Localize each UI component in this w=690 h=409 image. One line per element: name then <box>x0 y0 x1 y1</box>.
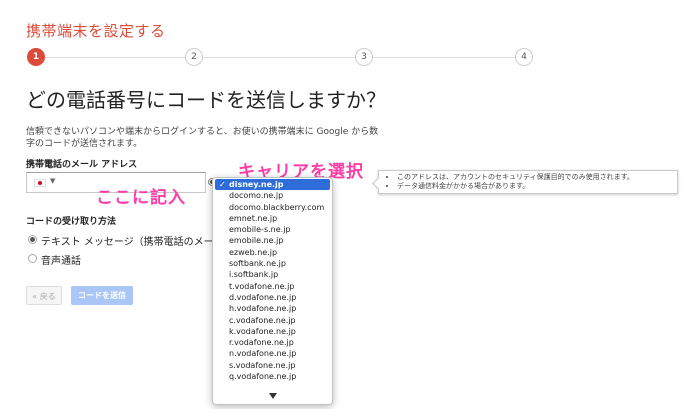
jp-flag-icon[interactable] <box>34 179 46 187</box>
tooltip-item: データ通信料金がかかる場合があります。 <box>397 182 677 191</box>
carrier-option[interactable]: q.vodafone.ne.jp <box>213 371 332 382</box>
radio-voice-call-label[interactable]: 音声通話 <box>41 252 81 267</box>
question-heading: どの電話番号にコードを送信しますか？ <box>26 88 386 112</box>
info-tooltip: このアドレスは、アカウントのセキュリティ保護目的でのみ使用されます。 データ通信… <box>378 170 678 194</box>
carrier-option[interactable]: emobile.ne.jp <box>213 235 332 246</box>
carrier-option[interactable]: ezweb.ne.jp <box>213 247 332 258</box>
carrier-option[interactable]: c.vodafone.ne.jp <box>213 315 332 326</box>
step-1: 1 <box>27 48 45 66</box>
carrier-option[interactable]: d.vodafone.ne.jp <box>213 292 332 303</box>
description-text: 信頼できないパソコンや端末からログインすると、お使いの携帯端末に Google … <box>26 127 379 149</box>
annotation-fill-here: ここに記入 <box>96 188 186 208</box>
send-code-button[interactable]: コードを送信 <box>71 286 133 305</box>
progress-track <box>36 57 526 58</box>
carrier-option[interactable]: softbank.ne.jp <box>213 258 332 269</box>
delivery-method-label: コードの受け取り方法 <box>26 217 117 227</box>
carrier-option[interactable]: h.vodafone.ne.jp <box>213 303 332 314</box>
tooltip-item: このアドレスは、アカウントのセキュリティ保護目的でのみ使用されます。 <box>397 173 677 182</box>
carrier-option[interactable]: t.vodafone.ne.jp <box>213 281 332 292</box>
carrier-option[interactable]: k.vodafone.ne.jp <box>213 326 332 337</box>
carrier-dropdown[interactable]: ✓ disney.ne.jp docomo.ne.jp docomo.black… <box>212 177 333 405</box>
radio-text-message[interactable] <box>28 235 37 244</box>
carrier-option[interactable]: emobile-s.ne.jp <box>213 224 332 235</box>
step-4: 4 <box>515 48 533 66</box>
step-3: 3 <box>355 48 373 66</box>
scroll-down-arrow-icon[interactable] <box>269 393 277 399</box>
back-button[interactable]: « 戻る <box>26 286 62 305</box>
carrier-option[interactable]: n.vodafone.ne.jp <box>213 348 332 359</box>
check-icon: ✓ <box>219 180 226 189</box>
carrier-option[interactable]: r.vodafone.ne.jp <box>213 337 332 348</box>
step-2: 2 <box>185 48 203 66</box>
carrier-option-selected[interactable]: ✓ disney.ne.jp <box>215 179 330 191</box>
carrier-option[interactable]: s.vodafone.ne.jp <box>213 360 332 371</box>
carrier-option[interactable]: i.softbank.jp <box>213 269 332 280</box>
page-title: 携帯端末を設定する <box>26 22 166 40</box>
radio-voice-call[interactable] <box>28 254 37 263</box>
carrier-option[interactable]: docomo.ne.jp <box>213 190 332 201</box>
phone-email-label: 携帯電話のメール アドレス <box>26 160 138 170</box>
chevron-down-icon[interactable]: ▼ <box>50 177 55 185</box>
radio-text-message-label[interactable]: テキスト メッセージ（携帯電話のメール） <box>41 233 234 248</box>
carrier-option[interactable]: docomo.blackberry.com <box>213 202 332 213</box>
carrier-option[interactable]: emnet.ne.jp <box>213 213 332 224</box>
